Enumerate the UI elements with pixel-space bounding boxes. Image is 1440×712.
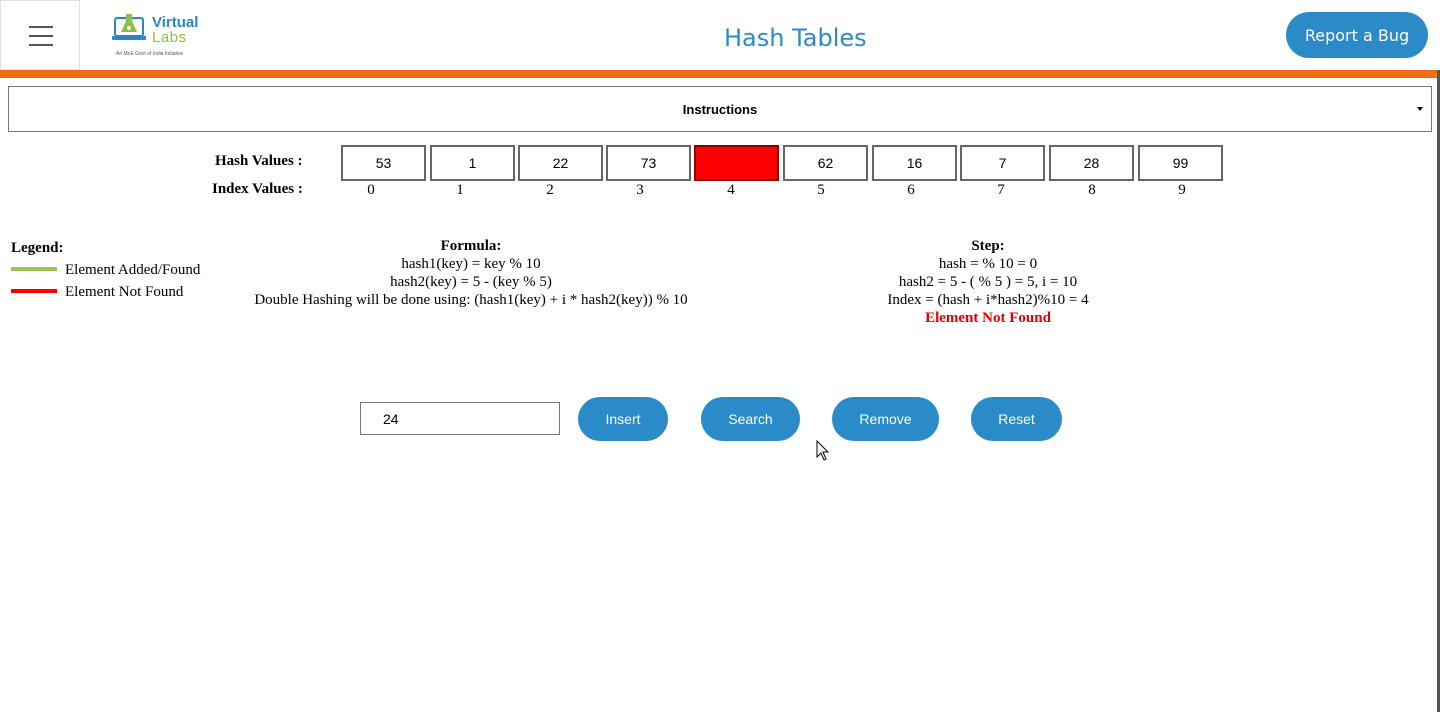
index-value: 9 [1178, 182, 1186, 198]
formula-line: hash2(key) = 5 - (key % 5) [390, 274, 552, 290]
instructions-label: Instructions [682, 101, 758, 117]
logo-text-labs: Labs [152, 29, 187, 46]
hash-cell: 99 [1138, 145, 1223, 181]
header: Virtual Labs An MoE Govt of India Initia… [0, 0, 1440, 70]
caret-down-icon [1417, 107, 1423, 111]
formula-line: hash1(key) = key % 10 [401, 256, 541, 272]
logo-tagline: An MoE Govt of India Initiative [116, 51, 184, 57]
formula-panel: Formula: hash1(key) = key % 10 hash2(key… [230, 237, 712, 309]
legend-title: Legend: [11, 240, 64, 256]
hamburger-menu-button[interactable] [0, 0, 80, 70]
index-value: 8 [1088, 182, 1096, 198]
index-value: 1 [456, 182, 464, 198]
reset-button[interactable]: Reset [971, 397, 1062, 441]
hash-cell: 28 [1049, 145, 1134, 181]
hash-cell: 7 [960, 145, 1045, 181]
step-title: Step: [971, 238, 1005, 254]
header-accent-bar [0, 70, 1440, 78]
page-title: Hash Tables [724, 24, 867, 52]
hash-cell-not-found [694, 145, 779, 181]
hash-values-label: Hash Values : [215, 153, 303, 169]
legend-not-found-label: Element Not Found [65, 284, 184, 300]
report-bug-button[interactable]: Report a Bug [1286, 12, 1428, 58]
step-panel: Step: hash = % 10 = 0 hash2 = 5 - ( % 5 … [858, 237, 1118, 327]
index-values-label: Index Values : [212, 181, 303, 197]
search-button[interactable]: Search [701, 397, 800, 441]
index-value: 2 [546, 182, 554, 198]
formula-title: Formula: [440, 238, 502, 254]
menu-icon-bar [29, 44, 53, 46]
hash-cell: 53 [341, 145, 426, 181]
index-value: 4 [727, 182, 735, 198]
mouse-pointer-icon [816, 440, 830, 461]
legend-added-label: Element Added/Found [65, 262, 201, 278]
index-value: 0 [367, 182, 375, 198]
hash-cell: 16 [872, 145, 957, 181]
legend-added-swatch [11, 267, 57, 271]
step-line: hash = % 10 = 0 [938, 256, 1038, 272]
hash-cell: 1 [430, 145, 515, 181]
step-line: Index = (hash + i*hash2)%10 = 4 [887, 292, 1089, 308]
instructions-dropdown[interactable]: Instructions [8, 86, 1432, 132]
legend-not-found-swatch [11, 289, 57, 293]
hash-cell: 62 [783, 145, 868, 181]
virtual-labs-logo[interactable]: Virtual Labs An MoE Govt of India Initia… [110, 10, 202, 60]
key-input[interactable] [360, 402, 560, 435]
hash-cell: 22 [518, 145, 603, 181]
formula-line: Double Hashing will be done using: (hash… [254, 292, 688, 308]
index-value: 3 [636, 182, 644, 198]
hash-cell: 73 [606, 145, 691, 181]
remove-button[interactable]: Remove [832, 397, 939, 441]
step-result-message: Element Not Found [925, 310, 1051, 326]
index-value: 6 [907, 182, 915, 198]
flask-icon [112, 14, 146, 40]
index-value: 5 [817, 182, 825, 198]
insert-button[interactable]: Insert [578, 397, 668, 441]
menu-icon-bar [29, 35, 53, 37]
step-line: hash2 = 5 - ( % 5 ) = 5, i = 10 [898, 274, 1078, 290]
menu-icon [29, 26, 53, 28]
index-value: 7 [997, 182, 1005, 198]
